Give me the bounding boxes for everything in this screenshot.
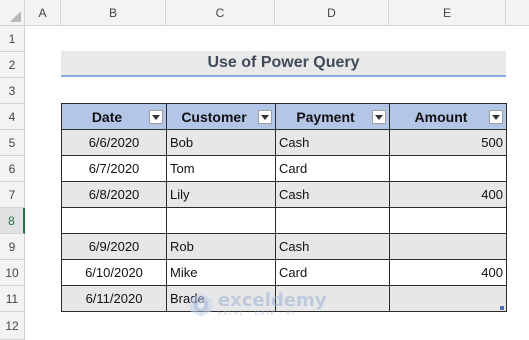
cell-customer[interactable]: Lily <box>166 181 276 208</box>
watermark-name: exceldemy <box>218 290 327 311</box>
header-customer[interactable]: Customer <box>166 103 276 130</box>
table-row: 6/8/2020 Lily Cash 400 <box>61 181 507 208</box>
cell-amount[interactable] <box>389 285 507 312</box>
cell-date[interactable]: 6/6/2020 <box>61 129 167 156</box>
row-header-3[interactable]: 3 <box>0 78 25 104</box>
table-resize-handle[interactable] <box>500 306 504 310</box>
select-all-corner[interactable] <box>0 0 25 26</box>
row-header-9[interactable]: 9 <box>0 234 25 260</box>
cell-payment[interactable]: Cash <box>275 129 390 156</box>
spreadsheet: A B C D E 1 2 3 4 5 6 7 8 9 10 11 12 Use… <box>0 0 529 340</box>
cell-amount[interactable]: 400 <box>389 259 507 286</box>
row-header-4[interactable]: 4 <box>0 104 25 130</box>
cell-date[interactable] <box>61 207 167 234</box>
cell-customer[interactable]: Mike <box>166 259 276 286</box>
header-amount[interactable]: Amount <box>389 103 507 130</box>
filter-dropdown-icon[interactable] <box>489 110 503 124</box>
header-payment[interactable]: Payment <box>275 103 390 130</box>
cell-date[interactable]: 6/8/2020 <box>61 181 167 208</box>
row-header-1[interactable]: 1 <box>0 26 25 52</box>
watermark: exceldemy EXCEL · DATA · BI <box>188 292 326 318</box>
cell-date[interactable]: 6/10/2020 <box>61 259 167 286</box>
column-header-d[interactable]: D <box>275 0 389 26</box>
header-date[interactable]: Date <box>61 103 167 130</box>
cell-payment[interactable]: Cash <box>275 233 390 260</box>
select-all-triangle-icon <box>10 11 21 22</box>
cell-payment[interactable]: Card <box>275 155 390 182</box>
header-payment-label: Payment <box>296 108 355 125</box>
column-header-c[interactable]: C <box>166 0 275 26</box>
table-header-row: Date Customer Payment Amount <box>61 103 507 130</box>
header-amount-label: Amount <box>414 108 468 125</box>
data-table: Date Customer Payment Amount 6/6/2020 Bo… <box>61 103 507 312</box>
table-row <box>61 207 507 234</box>
cell-date[interactable]: 6/11/2020 <box>61 285 167 312</box>
cell-amount[interactable]: 400 <box>389 181 507 208</box>
cell-customer[interactable]: Tom <box>166 155 276 182</box>
cell-payment[interactable]: Cash <box>275 181 390 208</box>
exceldemy-logo-icon <box>190 293 212 317</box>
filter-dropdown-icon[interactable] <box>258 110 272 124</box>
cell-customer[interactable]: Bob <box>166 129 276 156</box>
row-header-12[interactable]: 12 <box>0 312 25 340</box>
table-row: 6/9/2020 Rob Cash <box>61 233 507 260</box>
filter-dropdown-icon[interactable] <box>372 110 386 124</box>
cell-payment[interactable]: Card <box>275 259 390 286</box>
sheet-title[interactable]: Use of Power Query <box>61 51 506 77</box>
row-header-8[interactable]: 8 <box>0 208 25 234</box>
table-row: 6/10/2020 Mike Card 400 <box>61 259 507 286</box>
row-header-11[interactable]: 11 <box>0 286 25 312</box>
column-header-b[interactable]: B <box>61 0 166 26</box>
column-header-a[interactable]: A <box>25 0 61 26</box>
watermark-tagline: EXCEL · DATA · BI <box>218 310 296 317</box>
cell-customer[interactable] <box>166 207 276 234</box>
cell-amount[interactable]: 500 <box>389 129 507 156</box>
cell-customer[interactable]: Rob <box>166 233 276 260</box>
row-header-7[interactable]: 7 <box>0 182 25 208</box>
cell-date[interactable]: 6/9/2020 <box>61 233 167 260</box>
table-row: 6/7/2020 Tom Card <box>61 155 507 182</box>
filter-dropdown-icon[interactable] <box>149 110 163 124</box>
row-header-5[interactable]: 5 <box>0 130 25 156</box>
row-header-2[interactable]: 2 <box>0 52 25 78</box>
header-customer-label: Customer <box>181 108 247 125</box>
cell-amount[interactable] <box>389 155 507 182</box>
table-row: 6/6/2020 Bob Cash 500 <box>61 129 507 156</box>
cell-amount[interactable] <box>389 233 507 260</box>
row-header-10[interactable]: 10 <box>0 260 25 286</box>
column-header-f[interactable] <box>506 0 529 26</box>
cell-date[interactable]: 6/7/2020 <box>61 155 167 182</box>
cell-payment[interactable] <box>275 207 390 234</box>
column-header-e[interactable]: E <box>389 0 506 26</box>
row-header-6[interactable]: 6 <box>0 156 25 182</box>
cell-amount[interactable] <box>389 207 507 234</box>
